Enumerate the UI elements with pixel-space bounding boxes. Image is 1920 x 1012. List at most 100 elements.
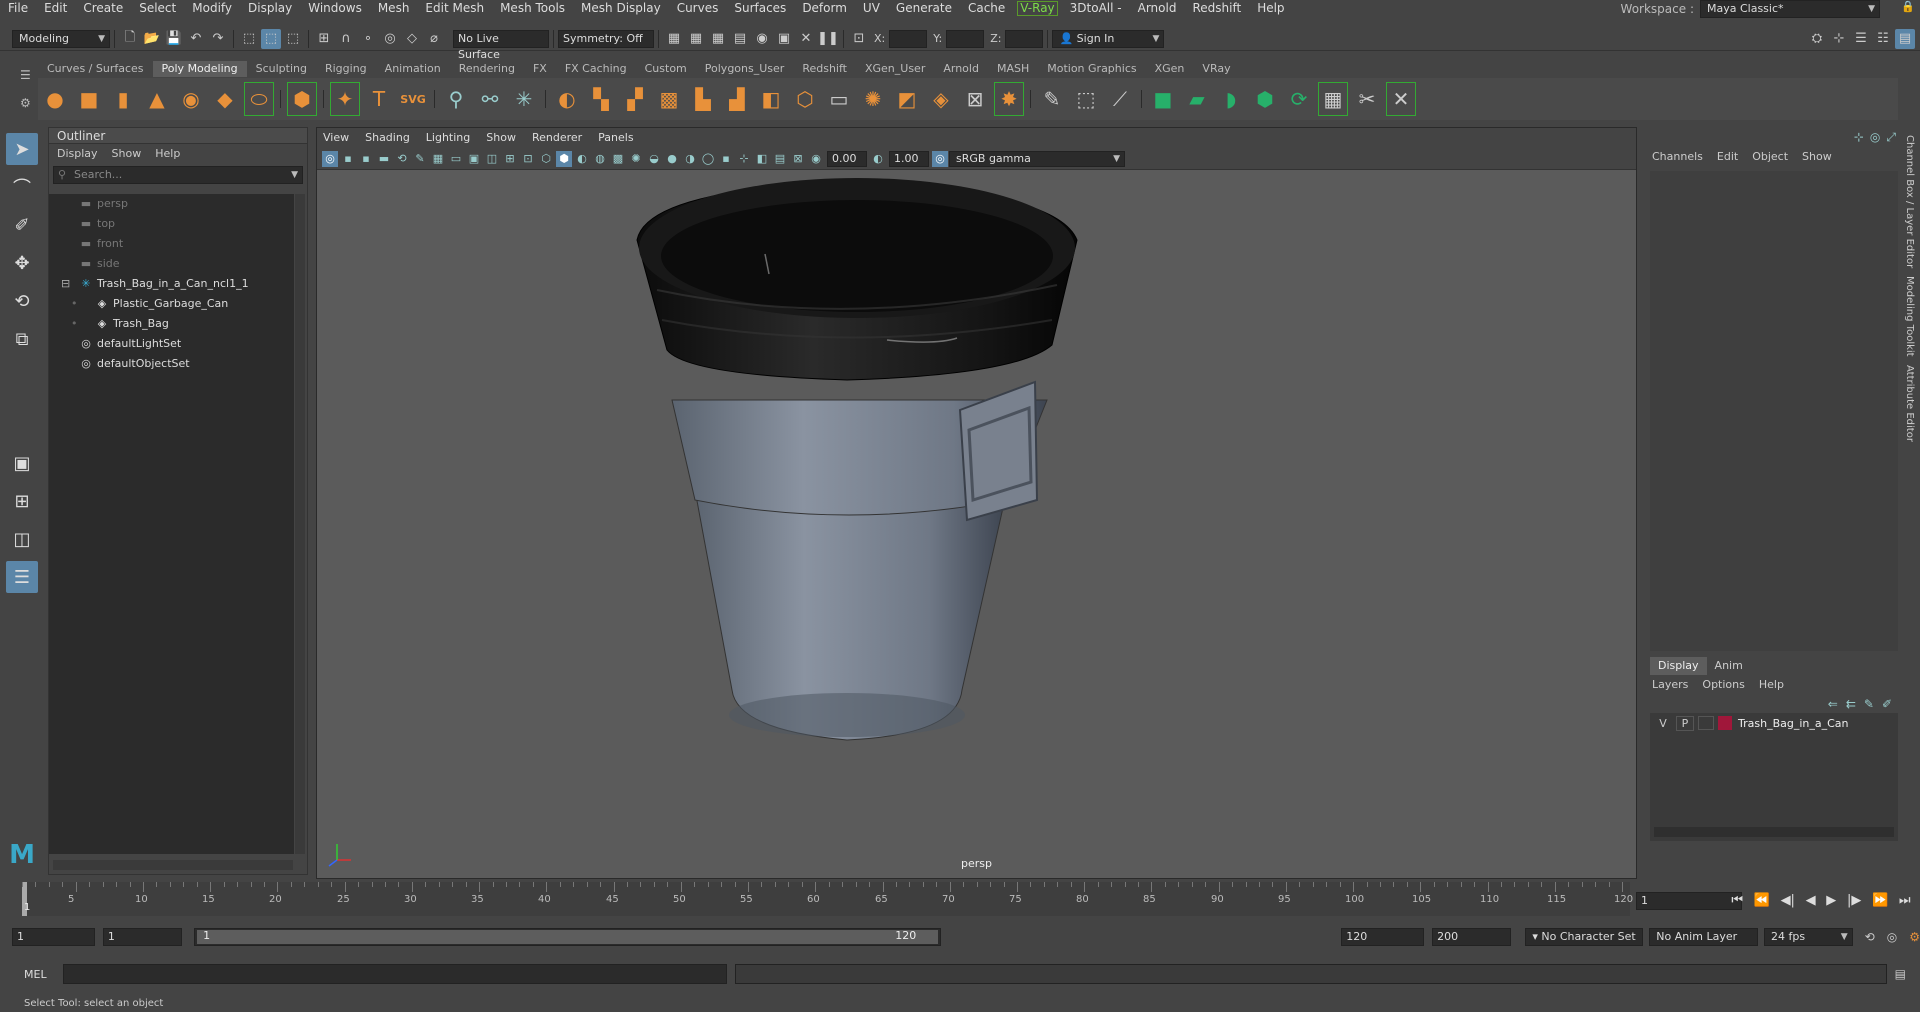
shelf-tab-rendering[interactable]: Rendering [450,61,524,77]
anim-prefs-icon[interactable]: ⚙ [1909,930,1920,944]
four-view-icon[interactable]: ⊞ [6,485,38,517]
tool-settings-icon[interactable]: ☷ [1873,29,1893,49]
outliner-search-input[interactable]: ⚲ Search... ▼ [53,166,303,184]
wireframe-icon[interactable]: ⬡ [538,151,554,167]
layer-display-type[interactable] [1698,716,1714,730]
select-tool-icon[interactable]: ➤ [6,133,38,165]
uv-checker-icon[interactable]: ▦ [1318,82,1348,116]
poly-disc-icon[interactable]: ⬭ [244,82,274,116]
antialias-icon[interactable]: ◯ [700,151,716,167]
target-weld-icon[interactable]: ⊠ [960,82,990,116]
menu-set-dropdown[interactable]: Modeling ▼ [12,29,110,48]
paint-select-icon[interactable]: ✐ [6,209,38,241]
poly-cone-icon[interactable]: ▲ [142,82,172,116]
menu-select[interactable]: Select [131,0,184,17]
menu-redshift[interactable]: Redshift [1184,0,1249,17]
menu-mesh[interactable]: Mesh [370,0,418,17]
viewport-scene[interactable]: persp [317,170,1636,878]
workspace-dropdown[interactable]: Maya Classic* ▼ [1700,0,1880,18]
mirror-icon[interactable]: ▟ [722,82,752,116]
step-forward-frame-icon[interactable]: |▶ [1847,893,1861,908]
wireframe-on-shaded-icon[interactable]: ◍ [592,151,608,167]
layer-hscrollbar[interactable] [1654,827,1894,837]
exposure-icon[interactable]: ◉ [808,151,824,167]
character-set-dropdown[interactable]: ▾ No Character Set [1525,928,1644,946]
menu-display[interactable]: Display [240,0,300,17]
select-camera-icon[interactable]: ◎ [322,150,338,167]
snap-point-icon[interactable]: ∘ [358,29,378,49]
gamma-field[interactable]: 1.00 [889,150,929,167]
time-slider[interactable]: 1 5 10 15 20 25 30 35 40 45 50 55 60 65 70 75 80 85 90 95 1… [22,882,1633,916]
menu-cache[interactable]: Cache [960,0,1013,17]
snap-surface-icon[interactable]: ◇ [402,29,422,49]
layer-tab-anim[interactable]: Anim [1707,657,1751,675]
viewport-menu-renderer[interactable]: Renderer [532,131,582,144]
shelf-menu-icon[interactable]: ☰ [20,68,31,82]
edit-mesh-icon[interactable]: ⟋ [1105,82,1135,116]
redo-icon[interactable]: ↷ [208,29,228,49]
expand-toggle-icon[interactable]: ⊟ [61,274,70,294]
select-hierarchy-icon[interactable]: ⬚ [239,29,259,49]
shelf-tab-vray[interactable]: VRay [1193,61,1239,77]
move-layer-up-icon[interactable]: ⇐ [1828,697,1838,711]
shelf-tab-animation[interactable]: Animation [376,61,450,77]
fps-dropdown[interactable]: 24 fps ▼ [1763,928,1853,946]
x-field[interactable] [889,29,928,48]
append-polygon-icon[interactable]: ✸ [994,82,1024,116]
film-gate-icon[interactable]: ▭ [448,151,464,167]
separate-icon[interactable]: ▚ [586,82,616,116]
multi-cut-icon[interactable]: ▭ [824,82,854,116]
go-to-end-icon[interactable]: ⏭ [1899,893,1911,908]
shelf-tab-poly-modeling[interactable]: Poly Modeling [152,61,247,77]
shelf-tab-custom[interactable]: Custom [636,61,696,77]
poly-cylinder-icon[interactable]: ▮ [108,82,138,116]
distance-icon[interactable]: ⚯ [475,82,505,116]
shelf-tab-rigging[interactable]: Rigging [316,61,376,77]
ipr-render-icon[interactable]: ▦ [708,29,728,49]
ambient-occlusion-icon[interactable]: ● [664,151,680,167]
menu-curves[interactable]: Curves [669,0,727,17]
y-field[interactable] [946,29,985,48]
go-to-start-icon[interactable]: ⏮ [1731,893,1743,908]
grid-icon[interactable]: ▦ [430,151,446,167]
hierarchy-icon[interactable]: ⊹ [1829,29,1849,49]
isolate-select-icon[interactable]: ▪ [718,151,734,167]
layer-tab-display[interactable]: Display [1650,657,1707,675]
attribute-editor-icon[interactable]: ◎ [1870,130,1880,144]
attribute-editor-icon[interactable]: ☰ [1851,29,1871,49]
shadows-icon[interactable]: ◒ [646,151,662,167]
channel-box-menu-edit[interactable]: Edit [1717,150,1738,163]
start-time-field[interactable]: 1 [12,928,95,946]
uv-cut-icon[interactable]: ✂ [1352,82,1382,116]
uv-cylindrical-icon[interactable]: ▰ [1182,82,1212,116]
symmetry-field[interactable]: Symmetry: Off [558,29,654,48]
scale-tool-icon[interactable]: ⧉ [6,323,38,355]
side-tab-channel-box-layer-editor[interactable]: Channel Box / Layer Editor [1904,135,1915,268]
outliner-menu-help[interactable]: Help [155,147,180,160]
playback-start-field[interactable]: 1 [102,928,183,946]
bookmark-icon[interactable]: ▪ [358,151,374,167]
type-tool-icon[interactable]: T [364,82,394,116]
outliner-item[interactable]: ◎ defaultObjectSet [49,354,294,374]
outliner-item[interactable]: ▬ side [49,254,294,274]
smooth-icon[interactable]: ▩ [654,82,684,116]
shelf-tab-fx[interactable]: FX [524,61,556,77]
select-object-icon[interactable]: ⬚ [261,28,281,49]
two-panes-icon[interactable]: ◫ [6,523,38,555]
shelf-editor-icon[interactable]: ⚙ [20,96,31,110]
outliner-item[interactable]: ▬ persp [49,194,294,214]
menu-arnold[interactable]: Arnold [1130,0,1185,17]
menu-edit[interactable]: Edit [36,0,75,17]
menu-mesh-display[interactable]: Mesh Display [573,0,669,17]
outliner-vscrollbar[interactable] [295,194,305,854]
modeling-toolkit-icon[interactable]: ⛭ [1807,29,1827,49]
gamma-icon[interactable]: ◐ [870,151,886,167]
tool-settings-icon[interactable]: ⤢ [1886,130,1896,145]
menu-3dtoall-[interactable]: 3DtoAll - [1062,0,1130,17]
extrude-icon[interactable]: ⬡ [790,82,820,116]
fill-hole-icon[interactable]: ◈ [926,82,956,116]
render-settings-icon[interactable]: ▤ [730,29,750,49]
viewport-menu-view[interactable]: View [323,131,349,144]
move-layer-down-icon[interactable]: ⇇ [1846,697,1856,711]
auto-key-icon[interactable]: ◎ [1887,930,1897,944]
